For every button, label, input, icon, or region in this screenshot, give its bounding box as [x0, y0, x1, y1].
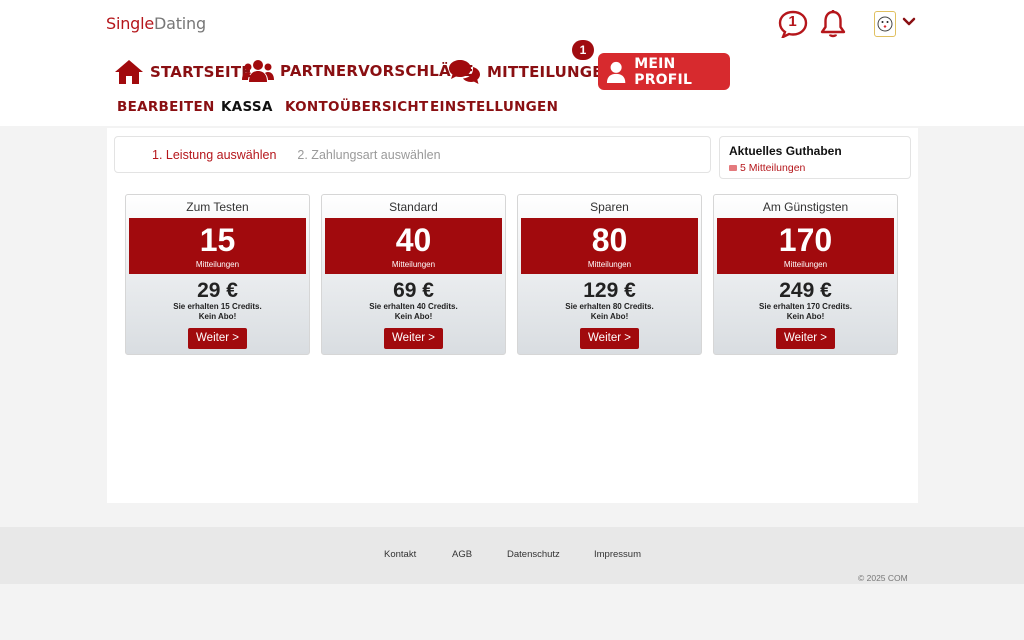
envelope-icon [729, 165, 737, 171]
nav-home-label: STARTSEITE [150, 63, 252, 81]
user-icon [606, 61, 626, 83]
footer-link-contact[interactable]: Kontakt [384, 549, 416, 560]
chevron-down-icon[interactable] [902, 16, 916, 28]
footer: Kontakt AGB Datenschutz Impressum © 2025… [0, 527, 1024, 584]
chat-count: 1 [788, 13, 797, 30]
balance-value-row: 5 Mitteilungen [729, 162, 910, 174]
logo-part-dating: Dating [154, 14, 206, 33]
footer-link-imprint[interactable]: Impressum [594, 549, 641, 560]
nav-home[interactable]: STARTSEITE [114, 58, 252, 86]
nav-messages[interactable]: MITTEILUNGEN [448, 58, 615, 86]
package-credits-info: Sie erhalten 15 Credits. [173, 302, 262, 311]
package-name: Zum Testen [186, 200, 249, 214]
package-no-subscription: Kein Abo! [394, 312, 433, 321]
package-card: Zum Testen 15 Mitteilungen 29 € Sie erha… [125, 194, 310, 355]
package-unit: Mitteilungen [195, 260, 240, 269]
checkout-steps: 1. Leistung auswählen 2. Zahlungsart aus… [114, 136, 711, 173]
subnav-account-overview[interactable]: KONTOÜBERSICHT [285, 99, 429, 115]
package-name: Standard [389, 200, 438, 214]
package-name: Am Günstigsten [762, 200, 849, 214]
package-quantity-box: 80 Mitteilungen [521, 218, 698, 274]
header: SingleDating 1 STARTSEITE PARTNERVORSCHL… [0, 0, 1024, 126]
step-select-service: 1. Leistung auswählen [152, 147, 277, 162]
package-continue-button[interactable]: Weiter > [188, 328, 247, 349]
logo-part-single: Single [106, 14, 154, 33]
nav-my-profile[interactable]: MEIN PROFIL [598, 53, 730, 90]
package-quantity-box: 15 Mitteilungen [129, 218, 306, 274]
package-no-subscription: Kein Abo! [786, 312, 825, 321]
package-quantity: 80 [591, 222, 628, 258]
package-credits-info: Sie erhalten 40 Credits. [369, 302, 458, 311]
package-quantity: 15 [199, 222, 236, 258]
step-select-payment: 2. Zahlungsart auswählen [297, 147, 441, 162]
package-price: 129 € [583, 279, 636, 302]
package-no-subscription: Kein Abo! [198, 312, 237, 321]
package-price: 29 € [197, 279, 238, 302]
nav-messages-label: MITTEILUNGEN [487, 63, 616, 81]
copyright: © 2025 COM [858, 573, 908, 583]
balance-title: Aktuelles Guthaben [729, 144, 842, 158]
face-icon [877, 16, 893, 32]
package-continue-button[interactable]: Weiter > [384, 328, 443, 349]
footer-link-terms[interactable]: AGB [452, 549, 472, 560]
package-unit: Mitteilungen [587, 260, 632, 269]
logo[interactable]: SingleDating [106, 14, 206, 33]
package-card: Am Günstigsten 170 Mitteilungen 249 € Si… [713, 194, 898, 355]
package-quantity-box: 170 Mitteilungen [717, 218, 894, 274]
package-price: 249 € [779, 279, 832, 302]
package-name: Sparen [590, 200, 629, 214]
package-credits-info: Sie erhalten 80 Credits. [565, 302, 654, 311]
package-card: Standard 40 Mitteilungen 69 € Sie erhalt… [321, 194, 506, 355]
package-card: Sparen 80 Mitteilungen 129 € Sie erhalte… [517, 194, 702, 355]
package-continue-button[interactable]: Weiter > [580, 328, 639, 349]
bell-icon[interactable] [819, 9, 847, 39]
home-icon [115, 60, 143, 84]
subnav-edit[interactable]: BEARBEITEN [117, 99, 215, 115]
subnav-settings[interactable]: EINSTELLUNGEN [430, 99, 558, 115]
nav-profile-label: MEIN PROFIL [634, 55, 693, 88]
footer-link-privacy[interactable]: Datenschutz [507, 549, 560, 560]
nav-partner-label: PARTNERVORSCHLÄGE [280, 62, 474, 80]
package-unit: Mitteilungen [391, 260, 436, 269]
package-quantity-box: 40 Mitteilungen [325, 218, 502, 274]
chat-icon [449, 60, 480, 84]
main-content: 1. Leistung auswählen 2. Zahlungsart aus… [107, 128, 918, 503]
package-quantity: 170 [778, 222, 833, 258]
messages-badge: 1 [572, 40, 594, 60]
package-price: 69 € [393, 279, 434, 302]
nav-partner-suggestions[interactable]: PARTNERVORSCHLÄGE [242, 58, 474, 84]
package-continue-button[interactable]: Weiter > [776, 328, 835, 349]
package-no-subscription: Kein Abo! [590, 312, 629, 321]
users-icon [242, 60, 274, 82]
balance-box: Aktuelles Guthaben 5 Mitteilungen [719, 136, 911, 179]
balance-value: 5 Mitteilungen [740, 162, 806, 174]
avatar[interactable] [874, 11, 896, 37]
package-quantity: 40 [395, 222, 432, 258]
package-unit: Mitteilungen [783, 260, 828, 269]
subnav-checkout[interactable]: KASSA [221, 99, 273, 115]
package-credits-info: Sie erhalten 170 Credits. [759, 302, 852, 311]
